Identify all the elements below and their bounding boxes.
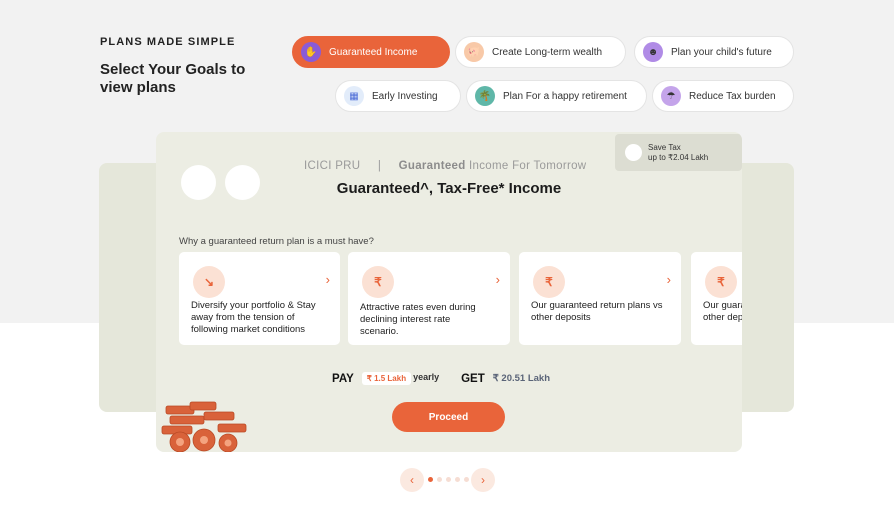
pay-period: yearly	[413, 371, 440, 382]
proceed-button[interactable]: Proceed	[392, 402, 505, 432]
save-tax-line1: Save Tax	[648, 142, 681, 152]
section-heading: PLANS MADE SIMPLE Select Your Goals to v…	[100, 36, 260, 97]
chevron-right-icon[interactable]: ›	[496, 272, 500, 287]
goal-pill-label: Reduce Tax burden	[689, 90, 776, 102]
plan-tagline: ICICI PRU | Guaranteed Income For Tomorr…	[304, 160, 586, 172]
carousel-dot[interactable]	[455, 477, 460, 482]
carousel-dot[interactable]	[428, 477, 433, 482]
pay-label: PAY	[332, 372, 354, 385]
goal-pill-label: Create Long-term wealth	[492, 46, 603, 58]
carousel-dot[interactable]	[437, 477, 442, 482]
rupee-badge-icon: ₹	[362, 266, 394, 298]
carousel-next-button[interactable]: ›	[471, 468, 495, 492]
goal-pill-label: Plan your child's future	[671, 46, 772, 58]
goal-pill-label: Early Investing	[372, 90, 438, 102]
benefit-card[interactable]: ₹ › Attractive rates even during declini…	[348, 252, 510, 345]
chevron-right-icon[interactable]: ›	[326, 272, 330, 287]
chevron-left-icon: ‹	[410, 473, 414, 487]
section-title: Select Your Goals to view plans	[100, 61, 246, 96]
eyebrow-text: PLANS MADE SIMPLE	[100, 36, 236, 48]
goal-pill-label: Guaranteed Income	[329, 46, 418, 58]
benefit-card[interactable]: ↘ › Diversify your portfolio & Stay away…	[179, 252, 340, 345]
goal-pill-long-term-wealth[interactable]: 🐖 Create Long-term wealth	[455, 36, 626, 68]
tax-icon	[625, 144, 642, 161]
benefit-card[interactable]: ₹ › Our guaranteed return plans vs other…	[519, 252, 681, 345]
goal-pill-child-future[interactable]: ☻ Plan your child's future	[634, 36, 794, 68]
coins-illustration	[161, 401, 247, 452]
brand-name: ICICI PRU	[304, 160, 361, 172]
goal-pill-label: Plan For a happy retirement	[503, 90, 627, 102]
goal-pill-guaranteed-income[interactable]: ✋ Guaranteed Income	[292, 36, 450, 68]
beach-icon: 🌴	[475, 86, 495, 106]
benefit-card[interactable]: ₹ Our guaranteed return plans vs other d…	[691, 252, 742, 345]
get-amount: ₹ 20.51 Lakh	[492, 373, 551, 384]
chevron-right-icon: ›	[481, 473, 485, 487]
why-question: Why a guaranteed return plan is a must h…	[179, 236, 374, 247]
hand-coins-icon: ✋	[301, 42, 321, 62]
plan-card: ICICI PRU | Guaranteed Income For Tomorr…	[156, 132, 742, 452]
benefit-text: Attractive rates even during declining i…	[360, 302, 476, 337]
chevron-right-icon[interactable]: ›	[667, 272, 671, 287]
goal-pill-retirement[interactable]: 🌴 Plan For a happy retirement	[466, 80, 647, 112]
save-tax-badge: Save Tax up to ₹2.04 Lakh	[615, 134, 742, 171]
carousel-dot[interactable]	[464, 477, 469, 482]
trend-down-icon: ↘	[193, 266, 225, 298]
separator: |	[377, 160, 382, 172]
goal-pill-early-investing[interactable]: ▦ Early Investing	[335, 80, 461, 112]
get-label: GET	[461, 372, 485, 385]
tagline-bold: Guaranteed	[398, 160, 466, 172]
save-tax-line2: up to ₹2.04 Lakh	[648, 152, 709, 162]
goal-pill-reduce-tax[interactable]: ☂ Reduce Tax burden	[652, 80, 794, 112]
benefit-text: Our guaranteed return plans vs other dep…	[531, 300, 663, 323]
plan-title: Guaranteed^, Tax-Free* Income	[336, 180, 562, 197]
pay-amount: ₹ 1.5 Lakh	[361, 372, 412, 385]
child-icon: ☻	[643, 42, 663, 62]
rupee-badge-icon: ₹	[705, 266, 737, 298]
calculator-icon: ▦	[344, 86, 364, 106]
benefit-text: Our guaranteed return plans vs other dep…	[703, 300, 742, 323]
carousel-dot[interactable]	[446, 477, 451, 482]
carousel-dots	[428, 477, 469, 482]
benefit-text: Diversify your portfolio & Stay away fro…	[191, 300, 316, 335]
carousel-prev-button[interactable]: ‹	[400, 468, 424, 492]
pay-get-summary: PAY ₹ 1.5 Lakh yearly GET ₹ 20.51 Lakh	[332, 372, 550, 385]
tagline-rest: Income For Tomorrow	[465, 160, 587, 172]
piggy-bank-icon: 🐖	[464, 42, 484, 62]
rupee-badge-icon: ₹	[533, 266, 565, 298]
umbrella-icon: ☂	[661, 86, 681, 106]
